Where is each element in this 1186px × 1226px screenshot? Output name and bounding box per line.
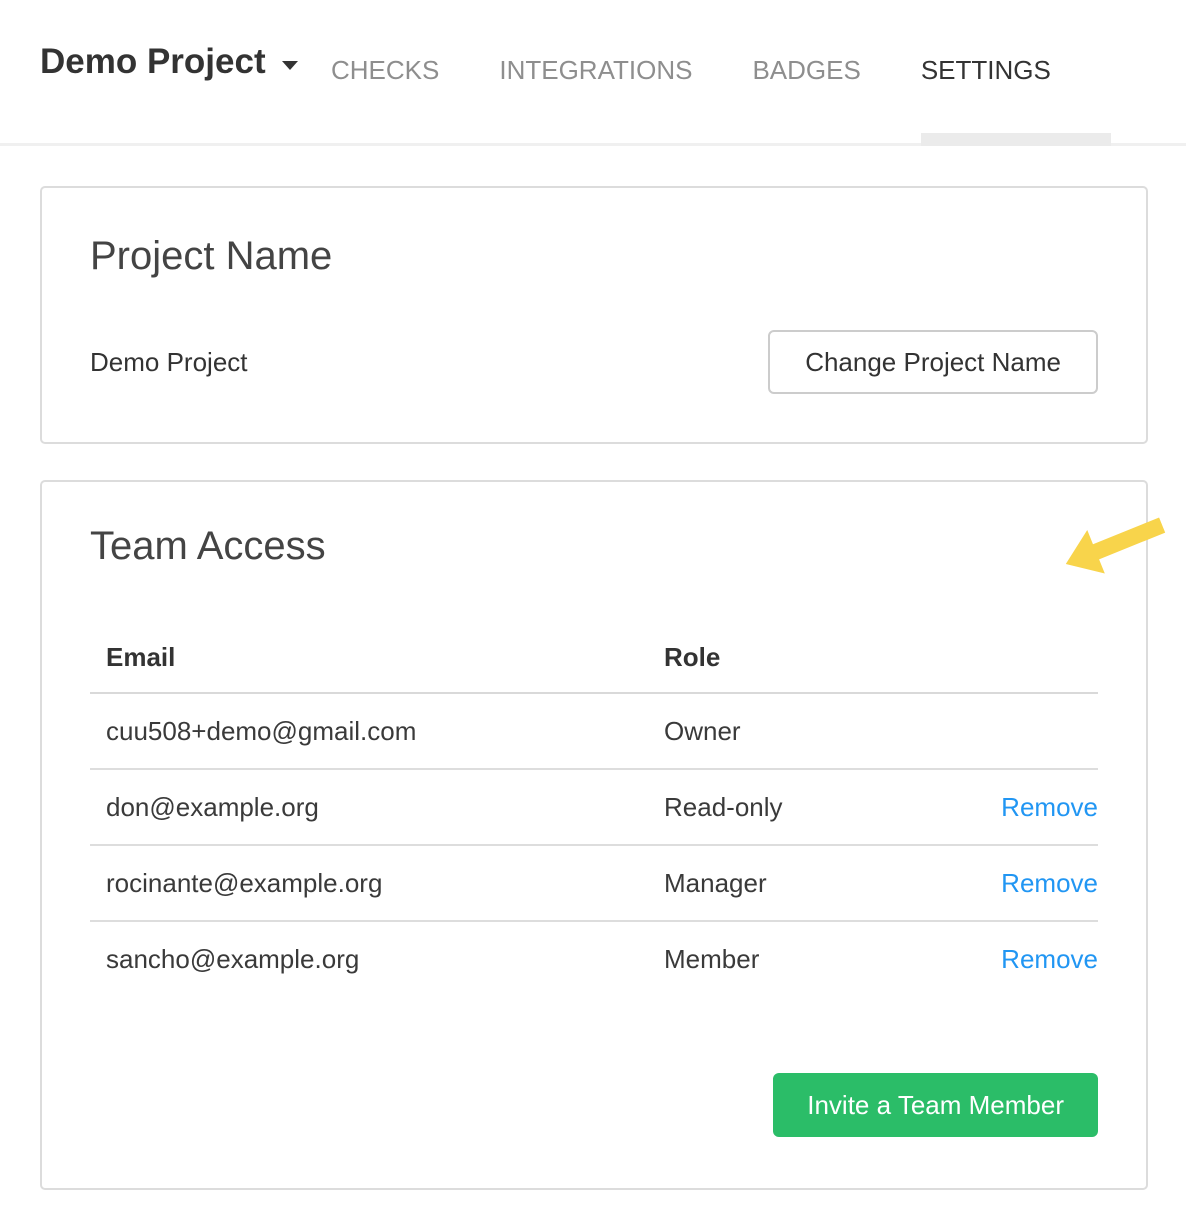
member-role: Member bbox=[648, 921, 956, 996]
project-name-card: Project Name Demo Project Change Project… bbox=[40, 186, 1148, 444]
remove-link[interactable]: Remove bbox=[1001, 792, 1098, 822]
remove-link[interactable]: Remove bbox=[1001, 868, 1098, 898]
actions-column-header bbox=[956, 622, 1098, 693]
table-row: don@example.org Read-only Remove bbox=[90, 769, 1098, 845]
tab-settings[interactable]: SETTINGS bbox=[891, 55, 1081, 86]
team-access-card: Team Access Email Role cuu508+demo@gmail… bbox=[40, 480, 1148, 1190]
settings-page: Demo Project CHECKS INTEGRATIONS BADGES … bbox=[0, 0, 1186, 1226]
member-role: Manager bbox=[648, 845, 956, 921]
member-role: Owner bbox=[648, 693, 956, 769]
member-email: sancho@example.org bbox=[90, 921, 648, 996]
current-project-name: Demo Project bbox=[90, 347, 248, 378]
remove-link[interactable]: Remove bbox=[1001, 944, 1098, 974]
table-row: rocinante@example.org Manager Remove bbox=[90, 845, 1098, 921]
table-header-row: Email Role bbox=[90, 622, 1098, 693]
member-email: cuu508+demo@gmail.com bbox=[90, 693, 648, 769]
team-members-table: Email Role cuu508+demo@gmail.com Owner d… bbox=[90, 622, 1098, 996]
project-switcher-dropdown[interactable]: Demo Project bbox=[40, 42, 298, 82]
team-access-card-title: Team Access bbox=[90, 522, 1146, 570]
main-nav: CHECKS INTEGRATIONS BADGES SETTINGS bbox=[301, 0, 1081, 140]
member-action-cell: Remove bbox=[956, 845, 1098, 921]
project-title-label: Demo Project bbox=[40, 42, 266, 82]
tab-integrations[interactable]: INTEGRATIONS bbox=[469, 55, 722, 86]
member-email: rocinante@example.org bbox=[90, 845, 648, 921]
project-name-row: Demo Project Change Project Name bbox=[90, 330, 1098, 394]
table-row: sancho@example.org Member Remove bbox=[90, 921, 1098, 996]
top-navbar: Demo Project CHECKS INTEGRATIONS BADGES … bbox=[0, 0, 1186, 146]
member-action-cell: Remove bbox=[956, 921, 1098, 996]
change-project-name-button[interactable]: Change Project Name bbox=[768, 330, 1098, 394]
member-email: don@example.org bbox=[90, 769, 648, 845]
project-name-card-title: Project Name bbox=[90, 232, 1146, 280]
invite-row: Invite a Team Member bbox=[42, 1073, 1098, 1137]
team-table-body: cuu508+demo@gmail.com Owner don@example.… bbox=[90, 693, 1098, 996]
chevron-down-icon bbox=[282, 61, 298, 70]
email-column-header: Email bbox=[90, 622, 648, 693]
member-action-cell: Remove bbox=[956, 769, 1098, 845]
tab-checks[interactable]: CHECKS bbox=[301, 55, 469, 86]
tab-badges[interactable]: BADGES bbox=[722, 55, 890, 86]
role-column-header: Role bbox=[648, 622, 956, 693]
active-tab-indicator bbox=[921, 133, 1111, 146]
table-row: cuu508+demo@gmail.com Owner bbox=[90, 693, 1098, 769]
member-action-cell bbox=[956, 693, 1098, 769]
invite-team-member-button[interactable]: Invite a Team Member bbox=[773, 1073, 1098, 1137]
member-role: Read-only bbox=[648, 769, 956, 845]
